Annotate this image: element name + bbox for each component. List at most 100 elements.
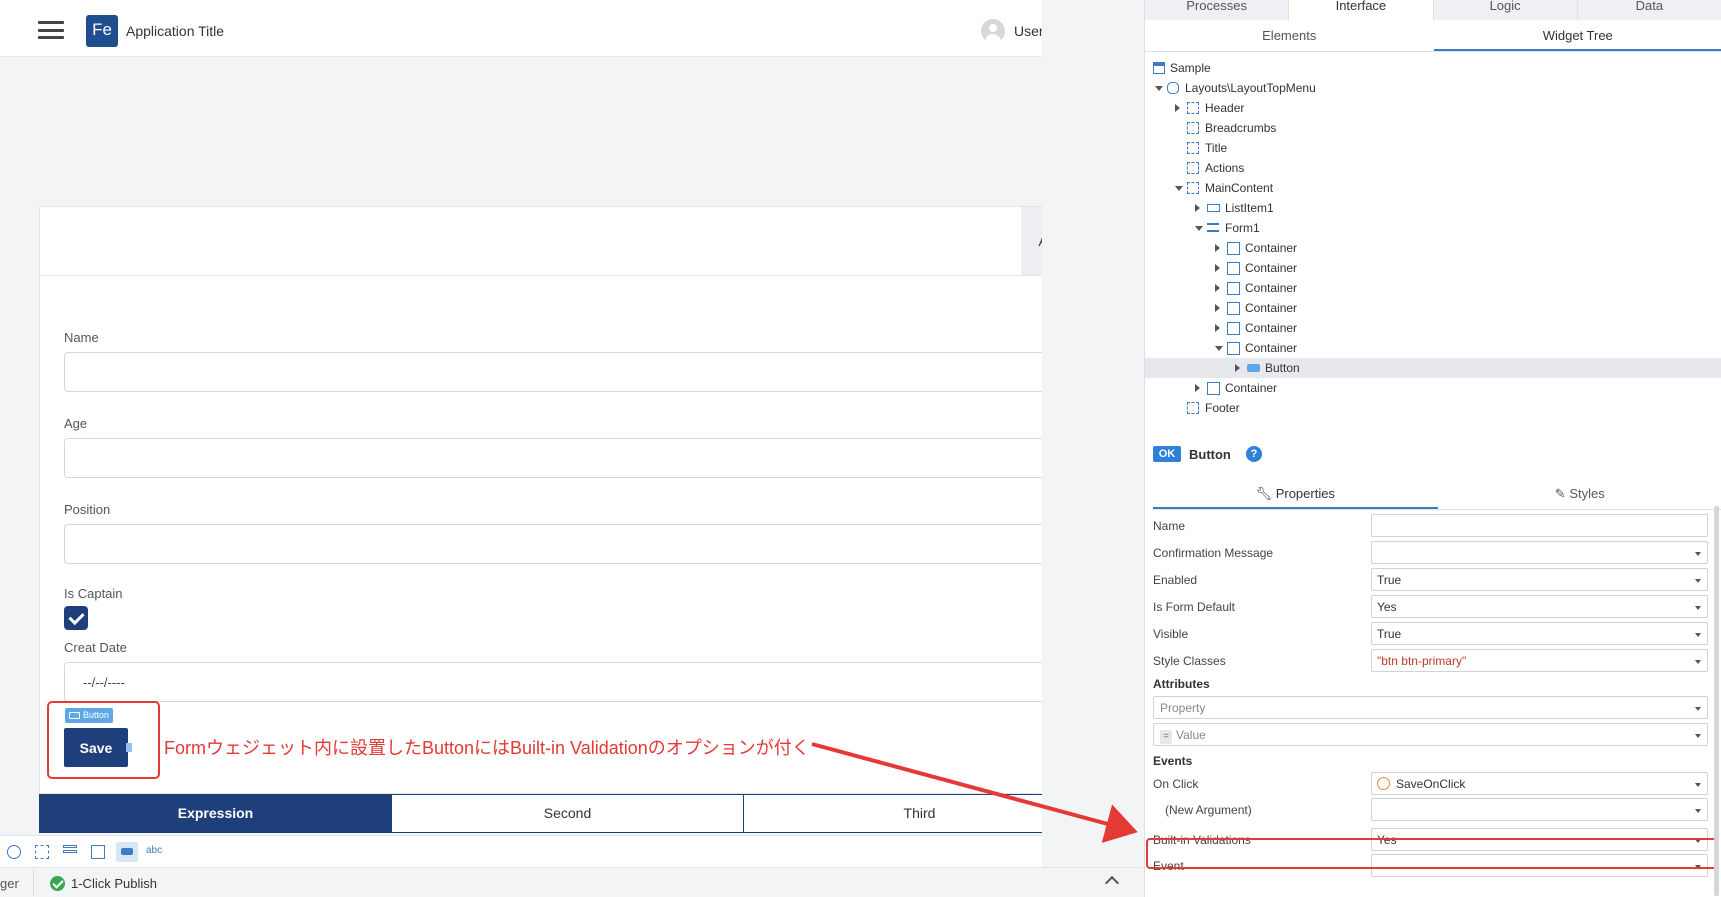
tree-node-header[interactable]: Header [1145,98,1721,118]
tab-logic[interactable]: Logic [1434,0,1578,20]
tree-node-container[interactable]: Container [1145,318,1721,338]
is-form-default-select[interactable]: Yes [1371,595,1708,618]
caret-right-icon[interactable] [1215,304,1220,312]
caret-right-icon[interactable] [1235,364,1240,372]
tab-interface[interactable]: Interface [1289,0,1434,20]
caret-down-icon[interactable] [1215,346,1223,351]
caret-right-icon[interactable] [1175,104,1180,112]
form-widget[interactable]: Name Age Position Is Captain Creat Date … [39,276,1042,794]
caret-down-icon[interactable] [1195,226,1203,231]
widget-toolbar: abc [0,835,1042,867]
is-captain-label: Is Captain [64,586,123,601]
new-argument-select[interactable] [1371,798,1708,821]
sub-tabs: Elements Widget Tree [1145,22,1721,52]
expression-icon: = [1160,730,1172,744]
tab-second[interactable]: Second [392,795,744,832]
container-icon [1227,242,1240,255]
one-click-publish-tab[interactable]: 1-Click Publish [71,876,157,891]
widget-tree: Sample Layouts\LayoutTopMenu Header Breadcr… [1145,58,1721,418]
container-icon [1227,302,1240,315]
visible-select[interactable]: True [1371,622,1708,645]
attr-value-placeholder: Value [1176,728,1206,742]
name-label: Name [64,330,99,345]
tab-widget-tree[interactable]: Widget Tree [1433,22,1721,51]
help-icon[interactable]: ? [1246,446,1262,462]
style-classes-select[interactable]: "btn btn-primary" [1371,649,1708,672]
attr-value-row: = Value [1153,721,1721,748]
caret-right-icon[interactable] [1195,204,1200,212]
placeholder-icon[interactable] [35,845,49,859]
status-separator [33,870,34,896]
caret-right-icon[interactable] [1215,264,1220,272]
container-icon [1227,322,1240,335]
container-icon[interactable] [91,845,105,859]
placeholder-icon [1187,142,1199,154]
tree-node-container[interactable]: Container [1145,238,1721,258]
tab-data[interactable]: Data [1578,0,1721,20]
placeholder-icon [1187,102,1199,114]
tree-node-footer[interactable]: Footer [1145,398,1721,418]
property-tabs: 🔧︎ Properties ✎ Styles [1153,480,1721,510]
tree-node-label: MainContent [1205,181,1274,195]
tab-expression[interactable]: Expression [40,795,392,832]
attr-property-row: Property [1153,694,1721,721]
right-panel: Processes Interface Logic Data Elements … [1144,0,1721,897]
tree-node-listitem1[interactable]: ListItem1 [1145,198,1721,218]
confirmation-message-select[interactable] [1371,541,1708,564]
hamburger-menu-icon[interactable] [38,21,64,39]
form-icon[interactable] [63,845,77,859]
caret-right-icon[interactable] [1215,284,1220,292]
name-input[interactable] [64,352,1042,392]
tab-properties[interactable]: 🔧︎ Properties [1153,480,1438,509]
prop-label: On Click [1153,777,1199,791]
debugger-tab[interactable]: ger [0,876,19,891]
prop-row-confirmation: Confirmation Message [1153,539,1721,566]
button-icon[interactable] [116,842,138,862]
properties-scrollbar[interactable] [1714,506,1719,896]
creat-date-input[interactable]: --/--/---- [64,662,1042,702]
tree-node-title[interactable]: Title [1145,138,1721,158]
on-click-select[interactable]: SaveOnClick [1371,772,1708,795]
name-property-input[interactable] [1371,514,1708,537]
tab-processes[interactable]: Processes [1145,0,1290,20]
tab-styles[interactable]: ✎ Styles [1438,480,1721,509]
prop-label: (New Argument) [1165,803,1252,817]
container-icon [1227,342,1240,355]
age-input[interactable] [64,438,1042,478]
text-icon[interactable]: abc [146,845,162,859]
tree-node-sample[interactable]: Sample [1145,58,1721,78]
username-label[interactable]: Username [1014,23,1042,39]
block-icon[interactable] [7,845,21,859]
container-icon [1227,282,1240,295]
tree-node-form1[interactable]: Form1 [1145,218,1721,238]
tree-node-layouts-layouttopmenu[interactable]: Layouts\LayoutTopMenu [1145,78,1721,98]
is-captain-checkbox[interactable] [64,606,88,630]
tab-third[interactable]: Third [744,795,1042,832]
tree-node-container[interactable]: Container [1145,258,1721,278]
position-input[interactable] [64,524,1042,564]
caret-down-icon[interactable] [1175,186,1183,191]
tree-node-label: Container [1245,301,1298,315]
attribute-property-select[interactable]: Property [1153,696,1708,719]
attribute-value-select[interactable]: = Value [1153,723,1708,746]
tree-node-container[interactable]: Container [1145,338,1721,358]
chevron-up-icon[interactable] [1104,875,1120,891]
caret-down-icon[interactable] [1155,86,1163,91]
caret-right-icon[interactable] [1215,244,1220,252]
action-placeholder[interactable]: Action [1021,207,1042,275]
caret-right-icon[interactable] [1215,324,1220,332]
enabled-select[interactable]: True [1371,568,1708,591]
tree-node-container[interactable]: Container [1145,278,1721,298]
tree-node-actions[interactable]: Actions [1145,158,1721,178]
tree-node-container[interactable]: Container [1145,378,1721,398]
tree-node-maincontent[interactable]: MainContent [1145,178,1721,198]
tree-node-breadcrumbs[interactable]: Breadcrumbs [1145,118,1721,138]
placeholder-icon [1187,182,1199,194]
container-icon [1227,262,1240,275]
tree-node-button[interactable]: Button [1145,358,1721,378]
tree-node-label: Footer [1205,401,1240,415]
prop-label: Is Form Default [1153,600,1236,614]
tab-elements[interactable]: Elements [1145,22,1434,51]
tree-node-container[interactable]: Container [1145,298,1721,318]
caret-right-icon[interactable] [1195,384,1200,392]
